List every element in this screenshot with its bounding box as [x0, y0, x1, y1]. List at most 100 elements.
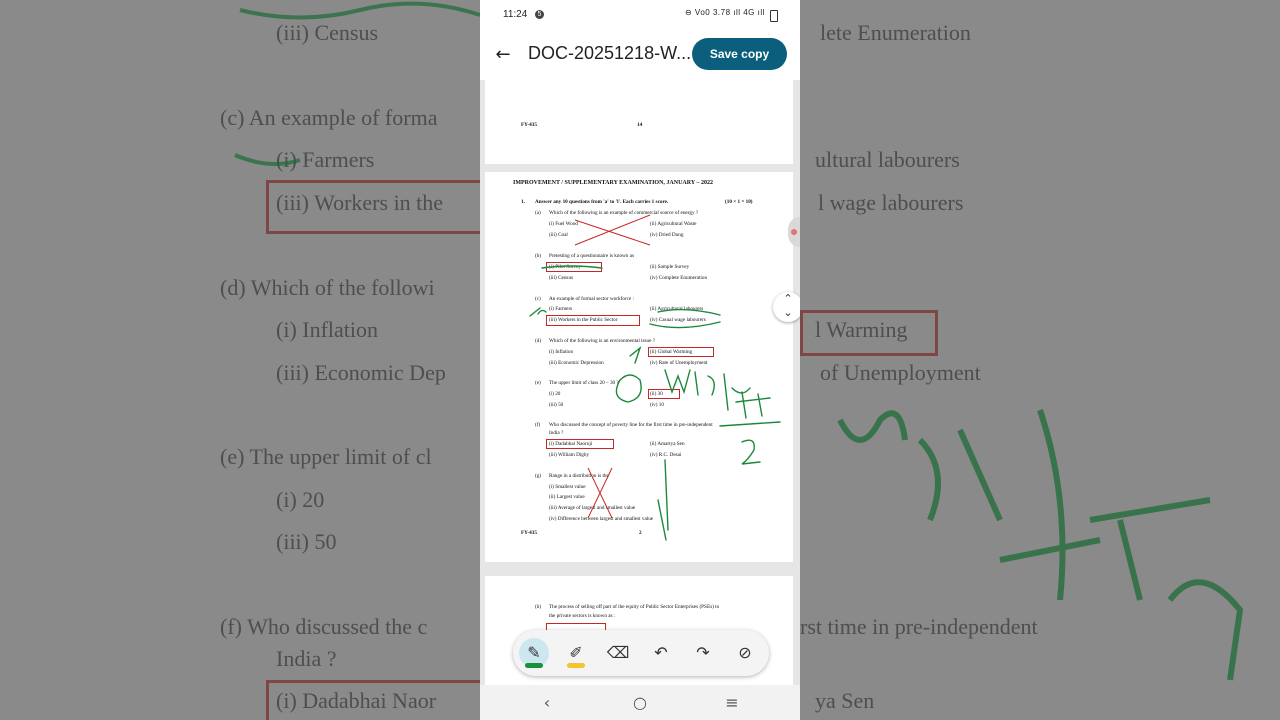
question-text: Pretesting of a questionnaire is known a…: [549, 253, 635, 259]
highlighter-icon[interactable]: ✐: [561, 638, 591, 668]
save-copy-button[interactable]: Save copy: [692, 38, 787, 70]
option: (i) Farmers: [549, 306, 573, 312]
question-label: (e): [535, 380, 541, 386]
question-label: (f): [535, 422, 541, 428]
bg-text: (i) Farmers: [276, 147, 375, 172]
app-bar: ← DOC-20251218-W... Save copy: [480, 30, 800, 80]
option: (iv) Difference between largest and smal…: [549, 516, 654, 522]
question-label: (b): [535, 253, 542, 259]
bg-text: l wage labourers: [818, 190, 964, 215]
option: (ii) Agricultural labourers: [650, 306, 704, 312]
pen-color-swatch: [525, 663, 543, 668]
pen-icon[interactable]: ✎: [519, 638, 549, 668]
option: (ii) 30: [650, 391, 663, 397]
exam-heading: IMPROVEMENT / SUPPLEMENTARY EXAMINATION,…: [513, 180, 713, 186]
bg-text: (e) The upper limit of cl: [220, 444, 432, 469]
question-label: (d): [535, 338, 542, 344]
question-number: 1.: [521, 199, 525, 205]
option: (iii) Economic Depression: [549, 360, 604, 366]
question-text: The process of selling off part of the e…: [549, 604, 720, 610]
annotation-toolbar: ✎ ✐ ⌫ ↶ ↷ ⊘: [513, 630, 769, 676]
system-nav-bar: ‹ ○ ≡: [480, 685, 800, 720]
back-arrow-icon[interactable]: ←: [492, 44, 514, 66]
bg-text: (iii) Census: [276, 20, 379, 45]
document-page: IMPROVEMENT / SUPPLEMENTARY EXAMINATION,…: [485, 172, 793, 562]
question-text: India ?: [549, 430, 564, 436]
eye-off-icon[interactable]: ⊘: [730, 638, 760, 668]
question-label: (c): [535, 296, 541, 302]
option: (ii) Amartya Sen: [650, 441, 685, 447]
nav-recents-icon[interactable]: ≡: [717, 691, 747, 715]
question-text: the private sectors is known as :: [549, 613, 616, 619]
option: (iv) Casual wage labourers: [650, 317, 706, 323]
option: (iv) Dried Dung: [650, 232, 684, 238]
bg-text: (c) An example of forma: [220, 105, 438, 130]
bg-text: (iii) 50: [276, 529, 337, 554]
page-number: 2: [639, 530, 642, 536]
fast-scroll-handle[interactable]: ⌃ ⌄: [773, 292, 800, 322]
option: (i) Fuel Wood: [549, 221, 578, 227]
record-dot-icon: [791, 229, 797, 235]
option: (i) Dadabhai Naoroji: [549, 441, 593, 447]
option: (i) Inflation: [549, 349, 574, 355]
bg-text: (f) Who discussed the c: [220, 614, 428, 639]
undo-icon[interactable]: ↶: [646, 638, 676, 668]
battery-icon: [770, 10, 778, 22]
question-text: An example of formal sector workforce :: [549, 296, 634, 302]
bg-text: (iii) Economic Dep: [276, 360, 446, 385]
bg-text: rst time in pre-independent: [800, 614, 1038, 639]
nav-back-icon[interactable]: ‹: [532, 691, 562, 715]
eraser-icon[interactable]: ⌫: [603, 638, 633, 668]
option: (iv) Complete Enumeration: [650, 275, 708, 281]
option: (iii) 50: [549, 402, 564, 408]
page-code: FY-435: [521, 122, 537, 128]
option: (i) Pilot Survey: [549, 264, 581, 270]
question-text: The upper limit of class 20 – 30 ?: [549, 380, 619, 386]
phone-screen: 11:24 5 ⊖ Vo0 3.78 ıll 4G ıll ← DOC-2025…: [480, 0, 800, 720]
option: (iv) Rate of Unemployment: [650, 360, 708, 366]
option: (iii) Average of largest and smallest va…: [549, 505, 636, 511]
status-time: 11:24: [503, 9, 528, 20]
marks-text: (10 × 1 = 10): [725, 199, 753, 205]
page-number: 14: [637, 122, 643, 128]
question-text: Range in a distribution is the: [549, 473, 609, 479]
bg-text: (i) 20: [276, 487, 325, 512]
option: (iii) Census: [549, 275, 574, 281]
option: (iii) Workers in the Public Sector: [549, 317, 618, 323]
nav-home-icon[interactable]: ○: [625, 691, 655, 715]
document-viewer[interactable]: FY-435 14 IMPROVEMENT / SUPPLEMENTARY EX…: [480, 80, 800, 685]
instruction-text: Answer any 10 questions from 'a' to 'l'.…: [535, 199, 669, 205]
bg-text: (d) Which of the followi: [220, 275, 435, 300]
bg-text: (i) Dadabhai Naor: [276, 688, 437, 713]
side-handle[interactable]: [788, 217, 800, 247]
document-title: DOC-20251218-W...: [528, 43, 692, 63]
option: (iv) R.C. Desai: [650, 452, 682, 458]
notification-badge: 5: [535, 10, 544, 19]
status-bar: 11:24 5 ⊖ Vo0 3.78 ıll 4G ıll: [480, 0, 800, 30]
highlighter-color-swatch: [567, 663, 585, 668]
question-label: (g): [535, 473, 542, 479]
redo-icon[interactable]: ↷: [688, 638, 718, 668]
bg-text: (i) Inflation: [276, 317, 379, 342]
bg-text: (iii) Workers in the: [276, 190, 444, 215]
question-label: (h): [535, 604, 542, 610]
bg-text: ultural labourers: [815, 147, 960, 172]
option: (i) 20: [549, 391, 561, 397]
option: (ii) Agricultural Waste: [650, 221, 697, 227]
question-text: Which of the following is an environment…: [549, 338, 656, 344]
option: (iii) Coal: [549, 232, 568, 238]
status-indicators: ⊖ Vo0 3.78 ıll 4G ıll: [685, 8, 765, 17]
bg-text: ya Sen: [815, 688, 875, 713]
option: (iv) 10: [650, 402, 664, 408]
bg-text: of Unemployment: [820, 360, 981, 385]
option: (iii) William Digby: [549, 452, 590, 458]
document-page: FY-435 14: [485, 80, 793, 164]
bg-text: l Warming: [815, 317, 908, 342]
page-code: FY-435: [521, 530, 537, 536]
bg-text: India ?: [276, 646, 337, 671]
bg-text: lete Enumeration: [820, 20, 971, 45]
question-label: (a): [535, 210, 541, 216]
option: (ii) Global Warming: [650, 349, 693, 355]
question-text: Who discussed the concept of poverty lin…: [549, 422, 713, 428]
option: (ii) Largest value: [549, 494, 585, 500]
